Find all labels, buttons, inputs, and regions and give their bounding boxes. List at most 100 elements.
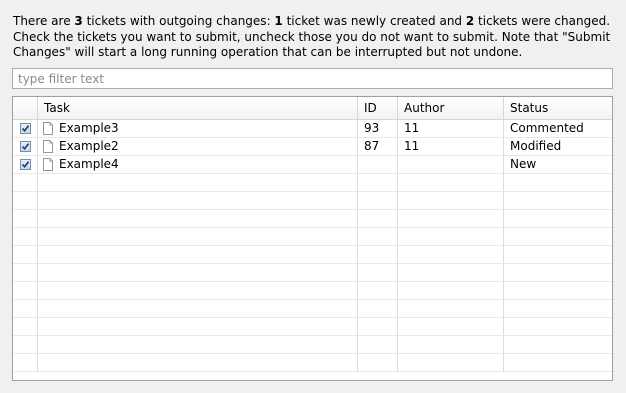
status-cell bbox=[504, 354, 612, 371]
task-cell bbox=[38, 336, 358, 353]
task-cell bbox=[38, 264, 358, 281]
author-cell bbox=[398, 228, 504, 245]
author-cell: 11 bbox=[398, 138, 504, 155]
select-cell bbox=[13, 156, 38, 173]
task-cell bbox=[38, 192, 358, 209]
header-author[interactable]: Author bbox=[398, 97, 504, 119]
select-cell bbox=[13, 282, 38, 299]
author-cell bbox=[398, 336, 504, 353]
status-cell bbox=[504, 246, 612, 263]
id-cell bbox=[358, 174, 398, 191]
id-cell: 93 bbox=[358, 120, 398, 137]
header-select[interactable] bbox=[13, 97, 38, 119]
author-cell bbox=[398, 264, 504, 281]
status-cell: Commented bbox=[510, 121, 584, 135]
document-icon bbox=[43, 122, 53, 135]
id-cell bbox=[358, 228, 398, 245]
select-cell bbox=[13, 174, 38, 191]
select-cell bbox=[13, 318, 38, 335]
author-cell: 11 bbox=[398, 120, 504, 137]
task-cell bbox=[38, 174, 358, 191]
intro-count-new: 1 bbox=[274, 14, 283, 28]
id-cell bbox=[358, 156, 398, 173]
author-cell bbox=[398, 246, 504, 263]
status-cell: Modified bbox=[510, 139, 562, 153]
table-row[interactable]: Example4 New bbox=[13, 156, 612, 174]
table-row-empty bbox=[13, 228, 612, 246]
row-checkbox[interactable] bbox=[20, 141, 31, 152]
status-cell bbox=[504, 192, 612, 209]
filter-input[interactable] bbox=[12, 68, 613, 89]
header-status[interactable]: Status bbox=[504, 97, 612, 119]
select-cell bbox=[13, 246, 38, 263]
table-row-empty bbox=[13, 174, 612, 192]
intro-text: ticket was newly created and bbox=[282, 14, 466, 28]
intro-text: tickets with outgoing changes: bbox=[82, 14, 275, 28]
author-cell bbox=[398, 282, 504, 299]
id-cell bbox=[358, 282, 398, 299]
id-cell bbox=[358, 354, 398, 371]
table-row[interactable]: Example3 93 11 Commented bbox=[13, 120, 612, 138]
task-cell: Example3 bbox=[38, 120, 358, 137]
author-cell bbox=[398, 354, 504, 371]
task-cell bbox=[38, 318, 358, 335]
select-cell bbox=[13, 210, 38, 227]
task-cell bbox=[38, 282, 358, 299]
id-cell bbox=[358, 336, 398, 353]
author-cell bbox=[398, 318, 504, 335]
task-cell bbox=[38, 246, 358, 263]
select-cell bbox=[13, 300, 38, 317]
task-cell: Example4 bbox=[38, 156, 358, 173]
task-cell bbox=[38, 354, 358, 371]
status-cell bbox=[504, 336, 612, 353]
row-checkbox[interactable] bbox=[20, 159, 31, 170]
id-cell bbox=[358, 192, 398, 209]
id-cell bbox=[358, 246, 398, 263]
status-cell bbox=[504, 174, 612, 191]
intro-message: There are 3 tickets with outgoing change… bbox=[13, 14, 613, 61]
intro-text: There are bbox=[13, 14, 75, 28]
row-checkbox[interactable] bbox=[20, 123, 31, 134]
header-id[interactable]: ID bbox=[358, 97, 398, 119]
table-row-empty bbox=[13, 318, 612, 336]
table-row-empty bbox=[13, 336, 612, 354]
table-row-empty bbox=[13, 354, 612, 372]
author-cell bbox=[398, 210, 504, 227]
intro-count-total: 3 bbox=[74, 14, 83, 28]
status-cell bbox=[504, 318, 612, 335]
status-cell bbox=[504, 264, 612, 281]
author-cell bbox=[398, 156, 504, 173]
id-cell bbox=[358, 264, 398, 281]
table-row-empty bbox=[13, 264, 612, 282]
document-icon bbox=[43, 140, 53, 153]
document-icon bbox=[43, 158, 53, 171]
task-cell bbox=[38, 210, 358, 227]
author-cell bbox=[398, 174, 504, 191]
status-cell bbox=[504, 300, 612, 317]
id-cell bbox=[358, 300, 398, 317]
id-cell: 87 bbox=[358, 138, 398, 155]
table-row-empty bbox=[13, 246, 612, 264]
author-cell bbox=[398, 192, 504, 209]
id-cell bbox=[358, 318, 398, 335]
author-cell bbox=[398, 300, 504, 317]
table-row[interactable]: Example2 87 11 Modified bbox=[13, 138, 612, 156]
table-header: Task ID Author Status bbox=[13, 97, 612, 120]
task-label: Example2 bbox=[59, 139, 119, 153]
select-cell bbox=[13, 336, 38, 353]
select-cell bbox=[13, 192, 38, 209]
header-task[interactable]: Task bbox=[38, 97, 358, 119]
task-cell: Example2 bbox=[38, 138, 358, 155]
id-cell bbox=[358, 210, 398, 227]
task-cell bbox=[38, 300, 358, 317]
table-row-empty bbox=[13, 300, 612, 318]
tickets-table: Task ID Author Status Example3 93 11 Commen… bbox=[12, 96, 613, 381]
table-row-empty bbox=[13, 282, 612, 300]
task-label: Example4 bbox=[59, 157, 119, 171]
status-cell: New bbox=[510, 157, 537, 171]
table-row-empty bbox=[13, 210, 612, 228]
select-cell bbox=[13, 228, 38, 245]
select-cell bbox=[13, 138, 38, 155]
task-label: Example3 bbox=[59, 121, 119, 135]
task-cell bbox=[38, 228, 358, 245]
